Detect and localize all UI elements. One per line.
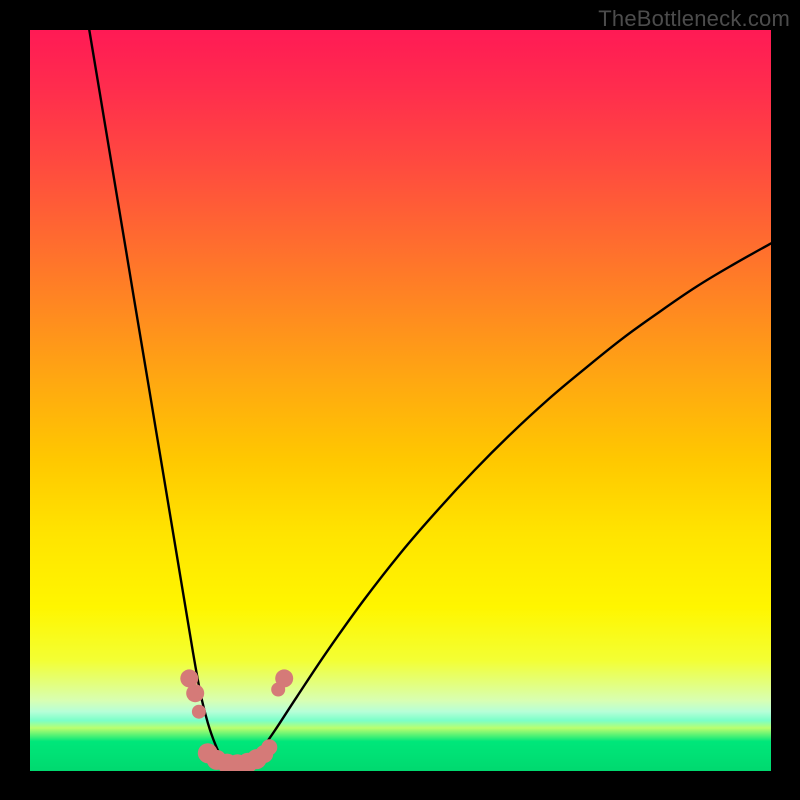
bottleneck-curve-svg [30,30,771,771]
curve-marker [186,684,204,702]
bottleneck-curve [89,30,771,768]
curve-marker [261,739,277,755]
watermark-text: TheBottleneck.com [598,6,790,32]
curve-markers [180,669,293,771]
curve-marker [275,669,293,687]
curve-marker [192,705,206,719]
chart-plot-area [30,30,771,771]
